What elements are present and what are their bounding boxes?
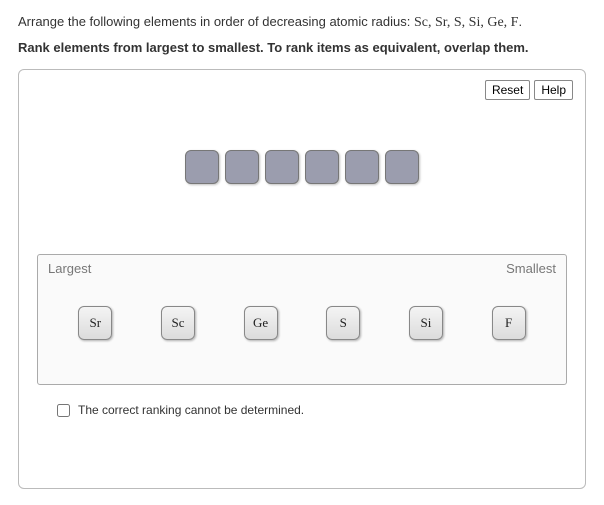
question-elements: Sc, Sr, S, Si, Ge, F: [414, 15, 518, 30]
smallest-label: Smallest: [506, 261, 556, 276]
ranking-panel: Reset Help Largest Smallest Sr Sc Ge S S…: [18, 69, 586, 489]
staging-slot[interactable]: [265, 150, 299, 184]
toolbar: Reset Help: [31, 80, 573, 100]
instructions-text: Rank elements from largest to smallest. …: [18, 40, 586, 55]
staging-slot[interactable]: [185, 150, 219, 184]
cannot-determine-row[interactable]: The correct ranking cannot be determined…: [57, 403, 573, 417]
zone-header: Largest Smallest: [48, 261, 556, 276]
element-tile[interactable]: S: [326, 306, 360, 340]
question-lead: Arrange the following elements in order …: [18, 14, 414, 29]
question-text: Arrange the following elements in order …: [18, 12, 586, 34]
staging-slot[interactable]: [345, 150, 379, 184]
element-tile[interactable]: Sc: [161, 306, 195, 340]
element-tile[interactable]: F: [492, 306, 526, 340]
largest-label: Largest: [48, 261, 91, 276]
reset-button[interactable]: Reset: [485, 80, 530, 100]
ranking-drop-zone[interactable]: Largest Smallest Sr Sc Ge S Si F: [37, 254, 567, 385]
element-tile[interactable]: Sr: [78, 306, 112, 340]
ranked-tiles-row: Sr Sc Ge S Si F: [48, 306, 556, 340]
staging-area: [31, 150, 573, 184]
staging-slot[interactable]: [385, 150, 419, 184]
help-button[interactable]: Help: [534, 80, 573, 100]
staging-slot[interactable]: [305, 150, 339, 184]
element-tile[interactable]: Ge: [244, 306, 278, 340]
cannot-determine-checkbox[interactable]: [57, 404, 70, 417]
question-period: .: [518, 14, 522, 29]
staging-slot[interactable]: [225, 150, 259, 184]
cannot-determine-label: The correct ranking cannot be determined…: [78, 403, 304, 417]
element-tile[interactable]: Si: [409, 306, 443, 340]
